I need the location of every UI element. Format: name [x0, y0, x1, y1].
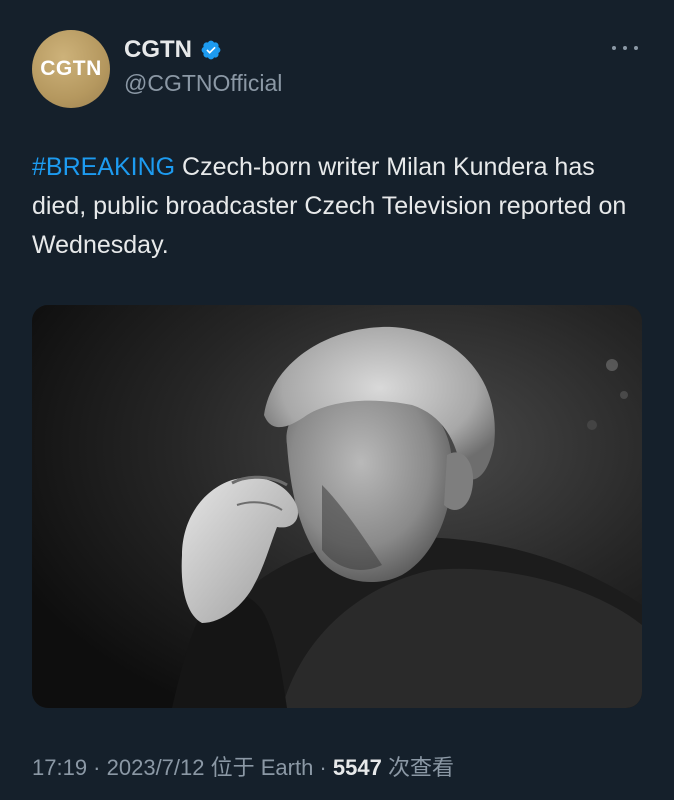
meta-separator: ·	[313, 755, 333, 780]
more-options-icon[interactable]	[612, 42, 638, 54]
user-handle[interactable]: @CGTNOfficial	[124, 70, 282, 97]
tweet-date[interactable]: 2023/7/12	[107, 755, 205, 780]
views-label: 次查看	[381, 755, 454, 780]
views-count[interactable]: 5547	[333, 755, 382, 780]
tweet-time[interactable]: 17:19	[32, 755, 87, 780]
tweet-photo[interactable]	[32, 305, 642, 708]
display-name[interactable]: CGTN	[124, 36, 192, 64]
meta-separator: ·	[87, 755, 107, 780]
author-name-row: CGTN	[124, 36, 222, 64]
photo-image	[32, 305, 642, 708]
avatar[interactable]: CGTN	[32, 30, 110, 108]
tweet-text: #BREAKING Czech-born writer Milan Kunder…	[32, 148, 652, 265]
verified-badge-icon	[201, 40, 221, 60]
tweet-meta: 17:19 · 2023/7/12 位于 Earth · 5547 次查看	[32, 750, 454, 782]
tweet-card: CGTN CGTN @CGTNOfficial #BREAKING Czech-…	[0, 0, 674, 800]
tweet-location: 位于 Earth	[204, 755, 314, 780]
hashtag-link[interactable]: #BREAKING	[32, 153, 175, 181]
avatar-logo-text: CGTN	[40, 57, 102, 80]
